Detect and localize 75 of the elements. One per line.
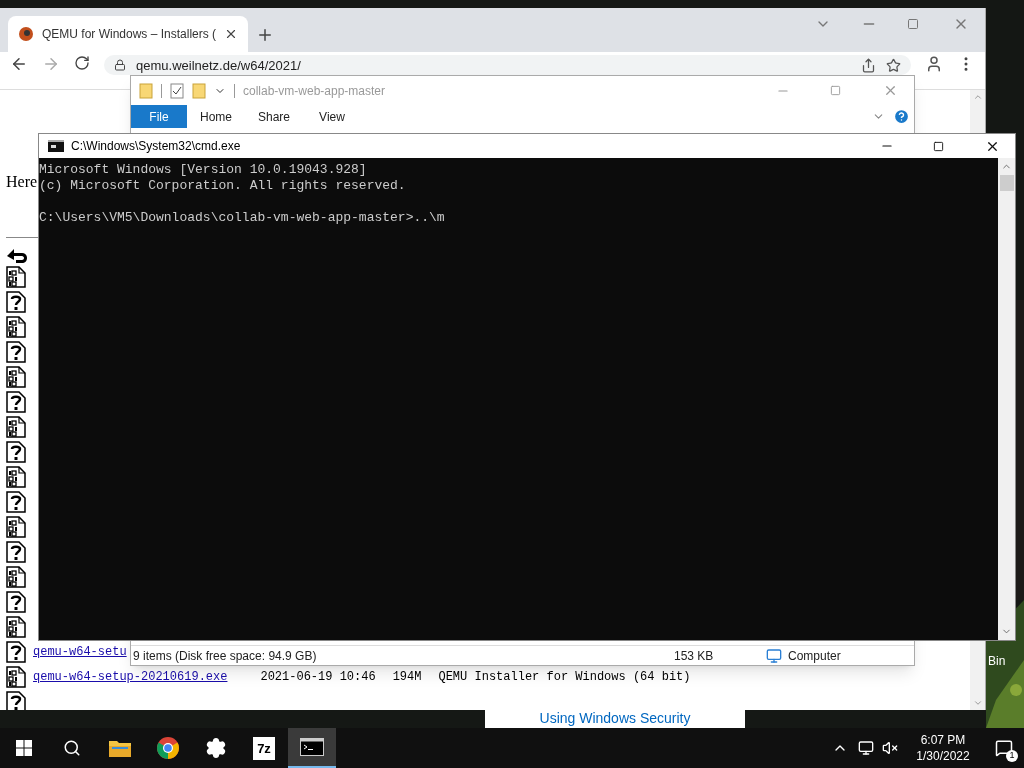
notification-banner[interactable]: Using Windows Security xyxy=(485,708,745,728)
status-item-count: 9 items (Disk free space: 94.9 GB) xyxy=(132,647,318,665)
ribbon-tab[interactable]: Share xyxy=(245,105,303,128)
share-icon[interactable] xyxy=(861,57,876,73)
unknown-file-icon xyxy=(6,390,26,413)
file-link[interactable]: qemu-w64-setu xyxy=(33,642,127,661)
ribbon-tab[interactable]: Home xyxy=(187,105,245,128)
status-size: 153 KB xyxy=(674,647,715,665)
unknown-file-icon xyxy=(6,490,26,513)
scroll-thumb[interactable] xyxy=(999,175,1014,191)
start-icon[interactable] xyxy=(16,740,32,756)
file-date: 2021-06-19 10:46 xyxy=(260,668,376,686)
lock-icon xyxy=(114,59,126,71)
help-icon[interactable] xyxy=(893,108,910,125)
status-location: Computer xyxy=(788,647,841,665)
notifications-icon xyxy=(995,739,1013,757)
url-text: qemu.weilnetz.de/w64/2021/ xyxy=(136,57,301,73)
unknown-file-icon xyxy=(6,340,26,363)
desktop-icon-label[interactable]: Bin xyxy=(988,652,1006,670)
ribbon-tab[interactable]: View xyxy=(303,105,361,128)
action-center-button[interactable]: 1 xyxy=(984,728,1024,768)
maximize-icon[interactable] xyxy=(933,140,944,152)
tab-title: QEMU for Windows – Installers ( xyxy=(42,26,217,43)
console-line: (c) Microsoft Corporation. All rights reserved. xyxy=(39,178,406,194)
scrollbar[interactable] xyxy=(998,158,1015,640)
binary-file-icon xyxy=(6,315,26,338)
binary-file-icon xyxy=(6,615,26,638)
terminal-icon[interactable] xyxy=(300,738,324,756)
unknown-file-icon xyxy=(6,290,26,313)
browser-icon[interactable] xyxy=(156,736,180,760)
computer-icon xyxy=(766,647,782,664)
clock-date: 1/30/2022 xyxy=(916,748,970,764)
taskbar-app[interactable] xyxy=(288,728,336,768)
unknown-file-icon xyxy=(6,590,26,613)
browser-tab[interactable]: QEMU for Windows – Installers ( xyxy=(8,16,249,52)
binary-file-icon xyxy=(6,415,26,438)
taskbar-app[interactable]: 7z xyxy=(240,728,288,768)
network-icon[interactable] xyxy=(858,740,874,756)
reload-icon[interactable] xyxy=(74,55,90,71)
back-icon[interactable] xyxy=(10,55,28,73)
binary-file-icon xyxy=(6,465,26,488)
binary-file-icon xyxy=(6,515,26,538)
notification-count: 1 xyxy=(1006,750,1018,762)
binary-file-icon xyxy=(6,265,26,288)
clock[interactable]: 6:07 PM 1/30/2022 xyxy=(908,732,978,764)
file-size: 194M xyxy=(392,668,422,686)
window-title: C:\Windows\System32\cmd.exe xyxy=(71,138,241,155)
file-description: QEMU Installer for Windows (64 bit) xyxy=(438,668,691,686)
properties-icon[interactable] xyxy=(170,82,184,99)
ribbon-tab[interactable]: File xyxy=(131,105,187,128)
notification-text: Using Windows Security xyxy=(539,708,691,728)
tab-favicon xyxy=(18,26,34,42)
binary-file-icon xyxy=(6,565,26,588)
address-bar[interactable]: qemu.weilnetz.de/w64/2021/ xyxy=(104,55,911,75)
file-link[interactable]: qemu-w64-setup-20210619.exe xyxy=(33,667,228,686)
intro-text: Here xyxy=(6,174,38,190)
search-icon[interactable] xyxy=(63,739,81,757)
bookmark-icon[interactable] xyxy=(886,57,901,73)
window-title: collab-vm-web-app-master xyxy=(243,82,386,100)
binary-file-icon xyxy=(6,665,26,688)
folder-icon xyxy=(139,82,153,99)
settings-icon[interactable] xyxy=(205,737,227,759)
unknown-file-icon xyxy=(6,640,26,663)
binary-file-icon xyxy=(6,365,26,388)
unknown-file-icon xyxy=(6,540,26,563)
archiver-icon[interactable]: 7z xyxy=(253,736,275,760)
unknown-file-icon xyxy=(6,440,26,463)
console-output[interactable]: Microsoft Windows [Version 10.0.19043.928] (c) Microsoft Corporation. All rights reserved. C:\Users\VM5\Downloads\collab-vm-web-app-master>..\m xyxy=(39,158,998,640)
console-line: Microsoft Windows [Version 10.0.19043.928] xyxy=(39,162,367,178)
console-icon xyxy=(48,140,64,152)
clock-time: 6:07 PM xyxy=(920,732,966,748)
folder-icon[interactable] xyxy=(108,738,132,758)
profile-icon[interactable] xyxy=(925,55,943,73)
volume-muted-icon[interactable] xyxy=(882,740,898,756)
console-prompt: C:\Users\VM5\Downloads\collab-vm-web-app-master>..\m xyxy=(39,210,445,226)
